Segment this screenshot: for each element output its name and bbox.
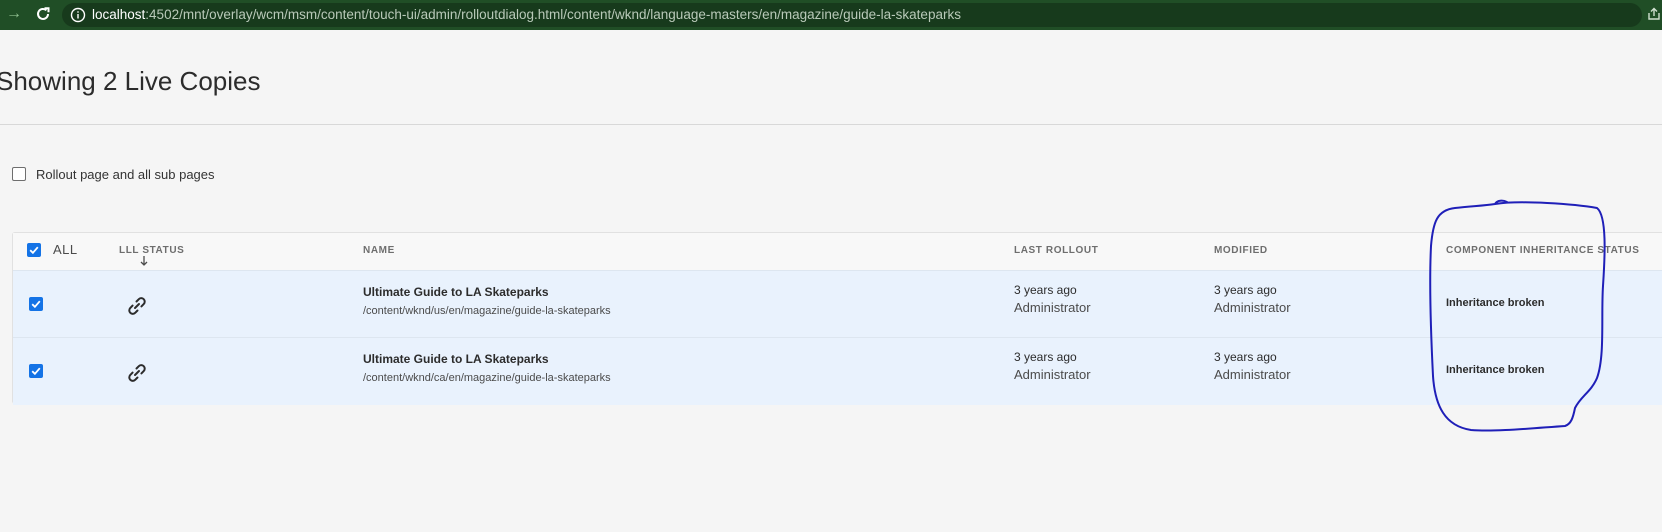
- header-divider: [0, 124, 1662, 125]
- last-rollout-time: 3 years ago: [1014, 283, 1077, 297]
- column-header-modified[interactable]: MODIFIED: [1214, 245, 1268, 256]
- column-header-lll-status[interactable]: LLL STATUS: [119, 245, 184, 256]
- table-row[interactable]: Ultimate Guide to LA Skateparks /content…: [13, 270, 1662, 338]
- column-header-component-status[interactable]: COMPONENT INHERITANCE STATUS: [1446, 245, 1639, 256]
- live-copy-path: /content/wknd/ca/en/magazine/guide-la-sk…: [363, 372, 611, 384]
- checkmark-icon: [31, 367, 41, 376]
- checkmark-icon: [31, 300, 41, 309]
- select-all-checkbox[interactable]: [27, 243, 41, 257]
- subpages-option[interactable]: Rollout page and all sub pages: [12, 166, 215, 182]
- row-checkbox[interactable]: [29, 364, 43, 378]
- table-row[interactable]: Ultimate Guide to LA Skateparks /content…: [13, 337, 1662, 405]
- browser-toolbar: → localhost:4502/mnt/overlay/wcm/msm/con…: [0, 0, 1662, 30]
- reload-icon[interactable]: [34, 5, 52, 23]
- subpages-checkbox[interactable]: [12, 167, 26, 181]
- live-copy-title[interactable]: Ultimate Guide to LA Skateparks: [363, 352, 549, 366]
- link-icon: [128, 297, 146, 315]
- checkmark-icon: [29, 246, 39, 255]
- page-title: Showing 2 Live Copies: [0, 66, 261, 96]
- url-host: localhost: [92, 7, 146, 22]
- modified-user: Administrator: [1214, 300, 1291, 315]
- last-rollout-user: Administrator: [1014, 367, 1091, 382]
- row-checkbox[interactable]: [29, 297, 43, 311]
- live-copies-table: ALL LLL STATUS NAME LAST ROLLOUT MODIFIE…: [12, 232, 1662, 405]
- subpages-label: Rollout page and all sub pages: [36, 166, 215, 182]
- address-bar[interactable]: localhost:4502/mnt/overlay/wcm/msm/conte…: [62, 3, 1642, 27]
- column-header-name[interactable]: NAME: [363, 245, 395, 256]
- last-rollout-time: 3 years ago: [1014, 350, 1077, 364]
- share-icon[interactable]: [1646, 6, 1662, 22]
- url-path: :4502/mnt/overlay/wcm/msm/content/touch-…: [145, 7, 961, 22]
- modified-user: Administrator: [1214, 367, 1291, 382]
- link-icon: [128, 364, 146, 382]
- live-copy-title[interactable]: Ultimate Guide to LA Skateparks: [363, 285, 549, 299]
- select-all-label: ALL: [53, 242, 78, 257]
- table-header: ALL LLL STATUS NAME LAST ROLLOUT MODIFIE…: [13, 233, 1662, 270]
- column-header-last-rollout[interactable]: LAST ROLLOUT: [1014, 245, 1098, 256]
- live-copy-path: /content/wknd/us/en/magazine/guide-la-sk…: [363, 305, 611, 317]
- last-rollout-user: Administrator: [1014, 300, 1091, 315]
- inheritance-status: Inheritance broken: [1446, 364, 1545, 376]
- arrow-right-icon[interactable]: →: [6, 6, 22, 22]
- modified-time: 3 years ago: [1214, 283, 1277, 297]
- modified-time: 3 years ago: [1214, 350, 1277, 364]
- url-text[interactable]: localhost:4502/mnt/overlay/wcm/msm/conte…: [92, 7, 961, 23]
- info-icon[interactable]: [70, 7, 86, 23]
- inheritance-status: Inheritance broken: [1446, 297, 1545, 309]
- sort-down-arrow-icon[interactable]: [139, 255, 149, 267]
